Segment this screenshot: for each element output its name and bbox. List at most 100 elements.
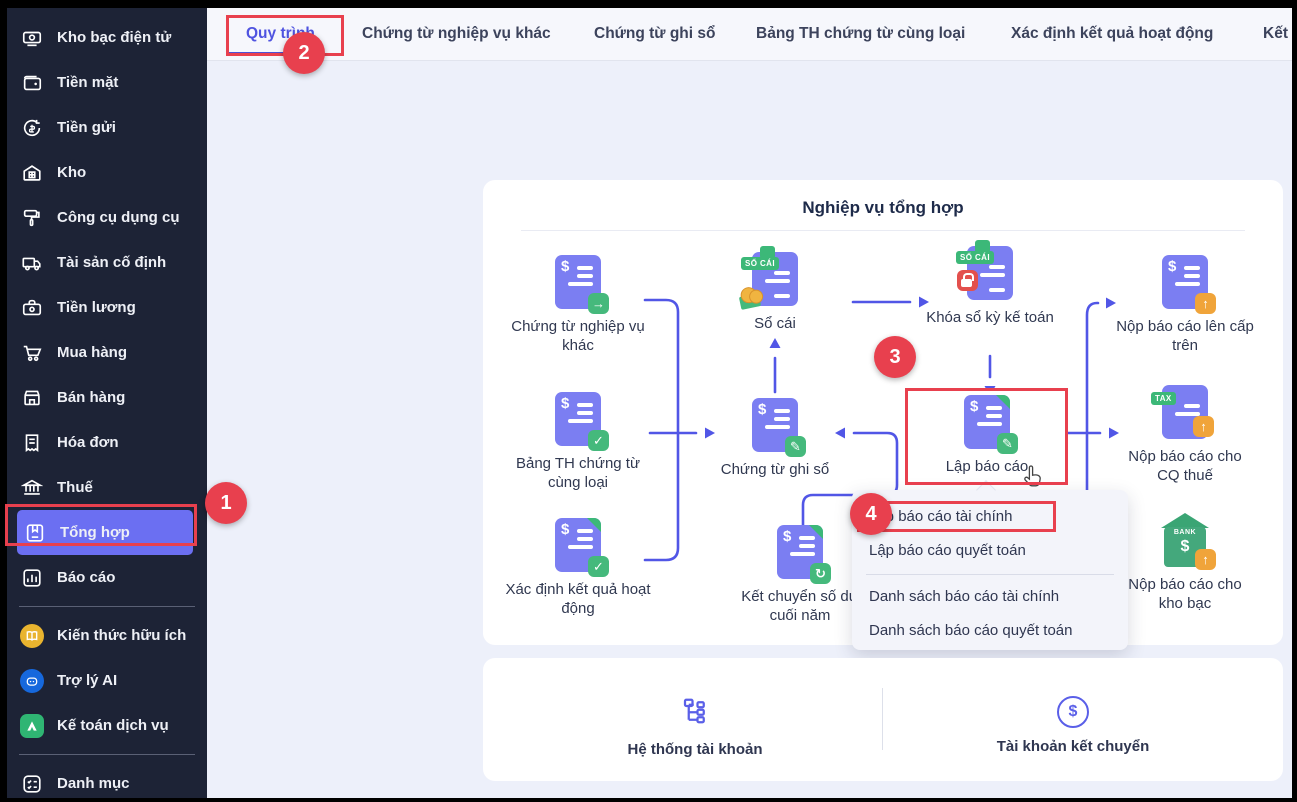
sidebar-item-label: Tiền lương: [57, 299, 136, 316]
annotation-badge-1: 1: [205, 482, 247, 524]
menu-item-danh-sach-bao-cao-tai-chinh[interactable]: Danh sách báo cáo tài chính: [852, 582, 1128, 612]
account-tree-icon: [680, 696, 710, 731]
tab-ket-truncated[interactable]: Kết: [1263, 25, 1288, 43]
sidebar-item-label: Hóa đơn: [57, 434, 119, 451]
menu-divider: [866, 574, 1114, 575]
sidebar-item-label: Tổng hợp: [60, 524, 130, 541]
flow-node-label: Chứng từ ghi sổ: [720, 461, 830, 478]
carry-forward-icon: $ ↻: [777, 525, 831, 584]
sidebar-item-payroll[interactable]: Tiền lương: [7, 285, 207, 330]
deposit-icon: [20, 116, 44, 140]
cash-icon: [20, 71, 44, 95]
flow-node-label: Khóa sổ kỳ kế toán: [926, 309, 1054, 326]
truck-icon: [20, 251, 44, 275]
sidebar-item-sales[interactable]: Bán hàng: [7, 375, 207, 420]
flow-node-khoa-so-ky-ke-toan[interactable]: SỔ CÁI Khóa sổ kỳ kế toán: [925, 240, 1055, 328]
flow-node-chung-tu-nghiep-vu-khac[interactable]: $ → Chứng từ nghiệp vụ khác: [503, 255, 653, 356]
sidebar-item-label: Trợ lý AI: [57, 672, 118, 689]
accounts-card: Hệ thống tài khoản $ Tài khoản kết chuyể…: [483, 658, 1283, 781]
link-tai-khoan-ket-chuyen[interactable]: $ Tài khoản kết chuyển: [983, 696, 1163, 755]
menu-item-danh-sach-bao-cao-quyet-toan[interactable]: Danh sách báo cáo quyết toán: [852, 616, 1128, 646]
dollar-circle-icon: $: [1057, 696, 1089, 728]
footer-link-label: Tài khoản kết chuyển: [996, 738, 1150, 755]
sidebar-divider: [19, 754, 195, 755]
app-window: Kho bạc điện tử Tiền mặt Tiền gửi Kho Cô…: [0, 0, 1297, 802]
sidebar-item-reports[interactable]: Báo cáo: [7, 555, 207, 600]
sidebar-item-label: Kho: [57, 164, 87, 181]
sidebar-item-purchasing[interactable]: Mua hàng: [7, 330, 207, 375]
invoice-icon: [20, 431, 44, 455]
sidebar-item-fixed-assets[interactable]: Tài sản cố định: [7, 240, 207, 285]
mouse-cursor-icon: [1021, 464, 1045, 495]
sidebar-item-categories[interactable]: Danh mục: [7, 761, 207, 798]
flow-node-ket-chuyen-so-du-cuoi-nam[interactable]: $ ↻ Kết chuyển số dư cuối năm: [735, 525, 865, 626]
document-arrow-icon: $ →: [555, 255, 609, 314]
so-cai-ribbon: SỔ CÁI: [956, 251, 994, 264]
arrow-right-badge-icon: →: [588, 293, 609, 314]
document-check-icon: $ ✓: [555, 518, 609, 577]
sidebar-item-label: Tiền gửi: [57, 119, 116, 136]
sidebar-item-label: Kế toán dịch vụ: [57, 717, 169, 734]
footer-divider: [882, 688, 883, 750]
annotation-badge-4: 4: [850, 493, 892, 535]
sidebar-item-invoice[interactable]: Hóa đơn: [7, 420, 207, 465]
sidebar-item-accounting-service[interactable]: Kế toán dịch vụ: [7, 703, 207, 748]
upload-badge-icon: ↑: [1195, 293, 1216, 314]
tab-xac-dinh-ket-qua-hoat-dong[interactable]: Xác định kết quả hoạt động: [1011, 25, 1213, 43]
flow-node-chung-tu-ghi-so[interactable]: $ ✎ Chứng từ ghi sổ: [695, 398, 855, 480]
close-ledger-icon: SỔ CÁI: [956, 240, 1013, 300]
sidebar-item-label: Tài sản cố định: [57, 254, 167, 271]
sidebar-item-knowledge[interactable]: Kiến thức hữu ích: [7, 613, 207, 658]
flow-card: Nghiệp vụ tổng hợp $ → Chứng từ nghiệp v…: [483, 180, 1283, 650]
bank-building-icon: [20, 476, 44, 500]
flow-node-label: Nộp báo cáo cho kho bạc: [1128, 576, 1242, 612]
flow-node-label: Nộp báo cáo cho CQ thuế: [1128, 448, 1242, 484]
sidebar-item-ai-assistant[interactable]: Trợ lý AI: [7, 658, 207, 703]
pencil-badge-icon: ✎: [785, 436, 806, 457]
checklist-icon: [20, 772, 44, 796]
sidebar-item-label: Mua hàng: [57, 344, 127, 361]
flow-node-bang-th-chung-tu-cung-loai[interactable]: $ ✓ Bảng TH chứng từ cùng loại: [508, 392, 648, 493]
sidebar-item-label: Công cụ dụng cụ: [57, 209, 180, 226]
tab-chung-tu-ghi-so[interactable]: Chứng từ ghi sổ: [594, 25, 715, 43]
treasury-bank-icon: BANK $ ↑: [1161, 513, 1216, 570]
menu-item-lap-bao-cao-tai-chinh[interactable]: Lập báo cáo tài chính: [852, 502, 1128, 532]
menu-item-lap-bao-cao-quyet-toan[interactable]: Lập báo cáo quyết toán: [852, 536, 1128, 566]
flow-node-label: Nộp báo cáo lên cấp trên: [1116, 318, 1254, 354]
sidebar-item-tax[interactable]: Thuế: [7, 465, 207, 510]
sidebar-item-treasury[interactable]: Kho bạc điện tử: [7, 15, 207, 60]
warehouse-icon: [20, 161, 44, 185]
sidebar-item-cash[interactable]: Tiền mặt: [7, 60, 207, 105]
so-cai-ribbon: SỔ CÁI: [741, 257, 779, 270]
sidebar: Kho bạc điện tử Tiền mặt Tiền gửi Kho Cô…: [7, 8, 207, 798]
tab-bang-th-chung-tu-cung-loai[interactable]: Bảng TH chứng từ cùng loại: [756, 25, 965, 43]
sidebar-item-label: Báo cáo: [57, 569, 116, 586]
flow-node-label: Chứng từ nghiệp vụ khác: [511, 318, 645, 354]
flow-node-xac-dinh-ket-qua-hoat-dong[interactable]: $ ✓ Xác định kết quả hoạt động: [498, 518, 658, 619]
document-pencil-icon: $ ✎: [752, 398, 806, 457]
flow-node-nop-bao-cao-cho-kho-bac[interactable]: BANK $ ↑ Nộp báo cáo cho kho bạc: [1120, 513, 1250, 614]
flow-node-nop-bao-cao-len-cap-tren[interactable]: $ ↑ Nộp báo cáo lên cấp trên: [1105, 255, 1265, 356]
flow-node-nop-bao-cao-cho-cq-thue[interactable]: TAX ↑ Nộp báo cáo cho CQ thuế: [1120, 385, 1250, 486]
link-he-thong-tai-khoan[interactable]: Hệ thống tài khoản: [605, 696, 785, 758]
annotation-badge-3: 3: [874, 336, 916, 378]
refresh-badge-icon: ↻: [810, 563, 831, 584]
accounting-service-icon: [20, 713, 44, 738]
cart-icon: [20, 341, 44, 365]
flow-node-label: Kết chuyển số dư cuối năm: [741, 588, 859, 624]
pencil-badge-icon: ✎: [997, 433, 1018, 454]
tab-chung-tu-nghiep-vu-khac[interactable]: Chứng từ nghiệp vụ khác: [362, 25, 551, 43]
ledger-book-icon: [23, 521, 47, 545]
flow-node-so-cai[interactable]: SỔ CÁI Sổ cái: [725, 246, 825, 334]
sidebar-item-deposit[interactable]: Tiền gửi: [7, 105, 207, 150]
general-ledger-icon: SỔ CÁI: [738, 246, 798, 310]
check-badge-icon: ✓: [588, 556, 609, 577]
sidebar-item-tools[interactable]: Công cụ dụng cụ: [7, 195, 207, 240]
tabbar: Quy trình Chứng từ nghiệp vụ khác Chứng …: [207, 8, 1292, 61]
sidebar-item-label: Danh mục: [57, 775, 130, 792]
sidebar-item-warehouse[interactable]: Kho: [7, 150, 207, 195]
store-icon: [20, 386, 44, 410]
tax-report-icon: TAX ↑: [1151, 385, 1214, 439]
footer-link-label: Hệ thống tài khoản: [627, 741, 763, 758]
sidebar-item-general[interactable]: Tổng hợp: [17, 510, 193, 555]
